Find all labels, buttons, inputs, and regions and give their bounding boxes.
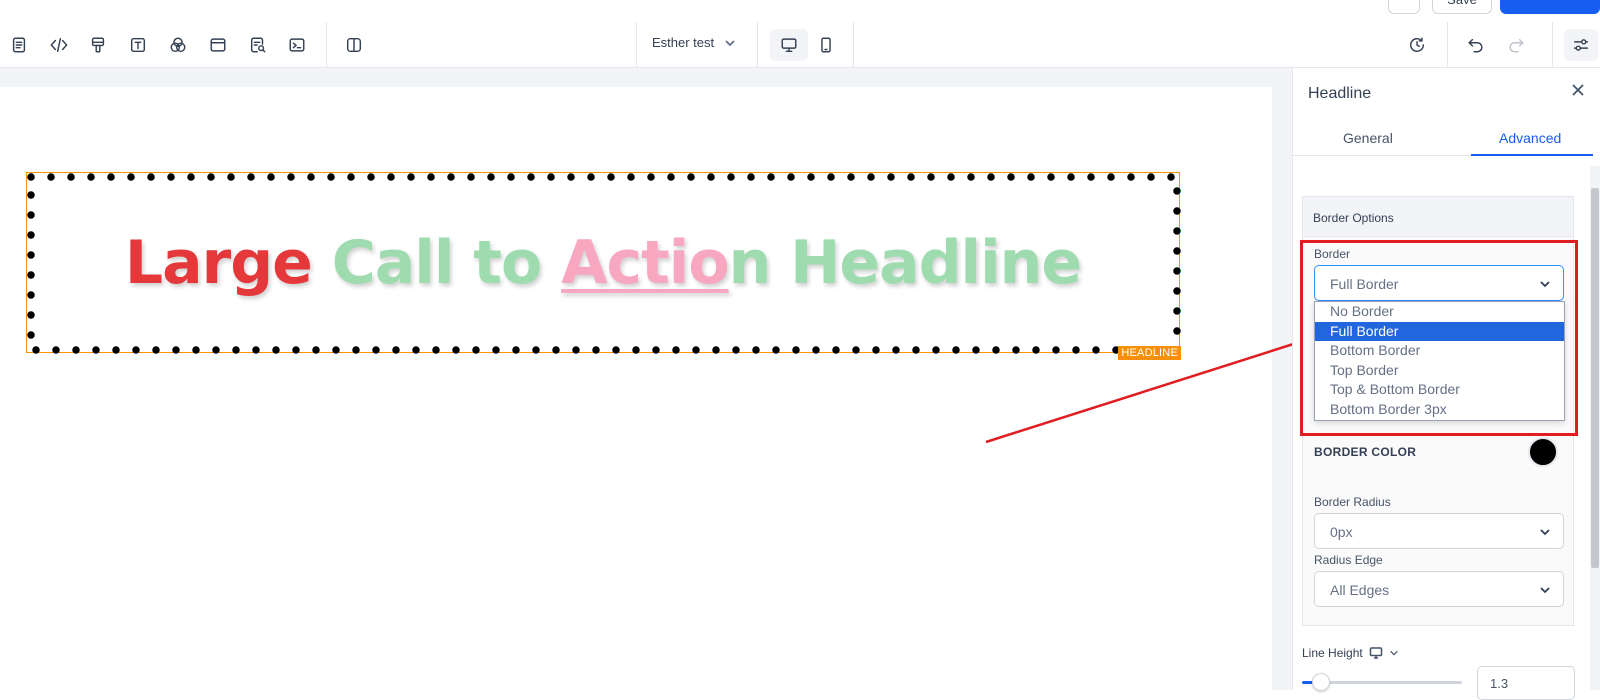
text-icon[interactable] (122, 29, 154, 61)
close-icon[interactable] (1570, 82, 1588, 100)
toolbar-divider (757, 22, 758, 68)
terminal-icon[interactable] (281, 29, 313, 61)
redo-icon[interactable] (1500, 29, 1532, 61)
tab-advanced[interactable]: Advanced (1499, 130, 1561, 146)
radius-edge-value: All Edges (1330, 582, 1390, 598)
desktop-view-icon[interactable] (770, 29, 808, 61)
panel-title: Headline (1308, 85, 1372, 102)
settings-sliders-icon[interactable] (1564, 29, 1598, 61)
line-height-label: Line Height (1302, 646, 1399, 660)
top-icon-button[interactable] (1388, 0, 1420, 14)
layout-icon[interactable] (202, 29, 234, 61)
section-header[interactable]: Border Options (1303, 197, 1573, 237)
tab-general[interactable]: General (1343, 130, 1393, 146)
toolbar-divider (1552, 22, 1553, 68)
chevron-down-icon (725, 39, 735, 46)
page-selector[interactable]: Esther test (652, 35, 736, 50)
editor-toolbar: Esther test (0, 22, 1600, 68)
element-type-badge: HEADLINE (1118, 346, 1181, 360)
headline-word: Call to (331, 227, 562, 298)
chevron-down-icon (1540, 529, 1550, 536)
paint-brush-icon[interactable] (82, 29, 114, 61)
border-color-label: BORDER COLOR (1314, 445, 1417, 459)
line-height-label-text: Line Height (1302, 646, 1363, 660)
toolbar-divider (326, 22, 327, 68)
chevron-down-icon[interactable] (1389, 648, 1399, 658)
headline-word: Actio (561, 227, 729, 298)
mobile-view-icon[interactable] (810, 29, 842, 61)
headline-word: Large (124, 227, 332, 298)
chevron-down-icon (1540, 587, 1550, 594)
code-icon[interactable] (43, 29, 75, 61)
page-selector-label: Esther test (652, 35, 715, 50)
headline-element[interactable]: Large Call to Actio n Headline HEADLINE (26, 172, 1181, 360)
panel-scrollbar-thumb[interactable] (1591, 188, 1599, 568)
radius-edge-select[interactable]: All Edges (1314, 571, 1564, 607)
active-tab-indicator (1471, 154, 1593, 156)
line-height-input[interactable]: 1.3 (1477, 666, 1575, 700)
headline-word: n Headline (728, 227, 1082, 298)
headline-text[interactable]: Large Call to Actio n Headline (27, 173, 1179, 352)
top-action-bar: Save (0, 0, 1600, 22)
toolbar-divider (1447, 22, 1448, 68)
page-settings-icon[interactable] (3, 29, 35, 61)
desktop-view-icon[interactable] (1369, 646, 1383, 660)
save-button[interactable]: Save (1432, 0, 1492, 14)
border-radius-select[interactable]: 0px (1314, 513, 1564, 549)
seo-search-icon[interactable] (242, 29, 274, 61)
toolbar-divider (853, 22, 854, 68)
annotation-highlight-box (1300, 240, 1578, 436)
border-radius-label: Border Radius (1314, 495, 1391, 509)
line-height-slider-knob[interactable] (1312, 673, 1331, 691)
split-view-icon[interactable] (338, 29, 370, 61)
undo-icon[interactable] (1460, 29, 1492, 61)
toolbar-divider (636, 22, 637, 68)
radius-edge-label: Radius Edge (1314, 553, 1383, 567)
publish-button[interactable] (1500, 0, 1600, 14)
border-color-swatch[interactable] (1528, 437, 1558, 467)
color-circles-icon[interactable] (162, 29, 194, 61)
history-icon[interactable] (1401, 29, 1433, 61)
border-radius-value: 0px (1330, 524, 1353, 540)
panel-tabs: General Advanced (1293, 120, 1593, 156)
